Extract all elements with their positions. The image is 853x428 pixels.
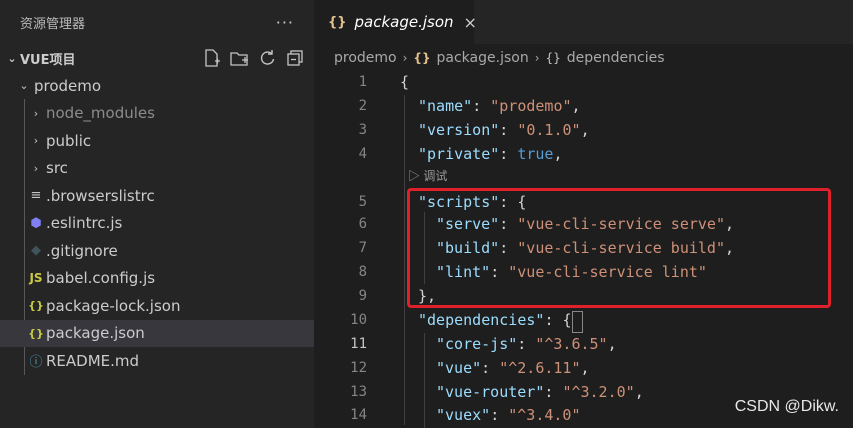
- line-number: 12: [350, 360, 367, 376]
- json-file-icon: {}: [28, 299, 44, 313]
- code-text: {: [400, 73, 410, 91]
- chevron-right-icon: ›: [33, 161, 39, 175]
- file-label: babel.config.js: [46, 269, 156, 288]
- file-eslintrc[interactable]: ⬢ .eslintrc.js: [0, 210, 314, 238]
- debug-codelens[interactable]: ▷ 调试: [408, 167, 447, 184]
- file-label: README.md: [46, 351, 140, 370]
- line-number: 6: [358, 216, 367, 232]
- workspace-section-header[interactable]: ⌄ VUE项目: [0, 44, 314, 72]
- folder-src[interactable]: › src: [0, 155, 314, 183]
- code-text: "version": "0.1.0",: [418, 121, 590, 139]
- new-file-icon[interactable]: [200, 47, 222, 69]
- explorer-sidebar: 资源管理器 ··· ⌄ VUE项目 ⌄ prodemo › node_modul…: [0, 0, 314, 428]
- code-text: "vue-router": "^3.2.0",: [436, 383, 644, 401]
- file-package-lock[interactable]: {} package-lock.json: [0, 292, 314, 320]
- file-label: package.json: [46, 324, 145, 343]
- line-number: 13: [350, 384, 367, 400]
- code-text: "name": "prodemo",: [418, 97, 581, 115]
- new-folder-icon[interactable]: [228, 47, 250, 69]
- json-value: "^3.6.5": [535, 335, 608, 353]
- chevron-right-icon: ›: [33, 134, 39, 148]
- code-text: "private": true,: [418, 145, 563, 163]
- json-key: "version": [418, 121, 500, 139]
- folder-label: public: [46, 131, 92, 150]
- line-number: 10: [350, 312, 367, 328]
- line-number: 2: [358, 98, 367, 114]
- code-line: 3 "version": "0.1.0",: [314, 118, 853, 142]
- code-text: "vue": "^2.6.11",: [436, 359, 590, 377]
- explorer-actions: [200, 47, 314, 69]
- code-line: 1{: [314, 70, 853, 94]
- explorer-header: 资源管理器 ···: [0, 0, 314, 44]
- refresh-icon[interactable]: [256, 47, 278, 69]
- chevron-right-icon: ›: [33, 106, 39, 120]
- more-actions-icon[interactable]: ···: [276, 13, 294, 32]
- json-value: "0.1.0": [517, 121, 581, 139]
- line-number: 3: [358, 122, 367, 138]
- json-key: "dependencies": [418, 311, 545, 329]
- code-text: "vuex": "^3.4.0": [436, 406, 581, 424]
- json-value: true: [517, 145, 554, 163]
- workspace-title: VUE项目: [20, 52, 76, 68]
- eslint-icon: ⬢: [30, 215, 42, 231]
- file-label: .gitignore: [46, 241, 118, 260]
- json-key: "core-js": [436, 335, 518, 353]
- code-text: "core-js": "^3.6.5",: [436, 335, 617, 353]
- file-package-json[interactable]: {} package.json: [0, 319, 314, 347]
- chevron-down-icon: ⌄: [7, 51, 17, 65]
- file-label: package-lock.json: [46, 296, 181, 315]
- file-label: .browserslistrc: [46, 186, 155, 205]
- line-number: 14: [350, 407, 367, 423]
- explorer-title: 资源管理器: [20, 16, 86, 32]
- code-line: 2 "name": "prodemo",: [314, 94, 853, 118]
- bracket-match-highlight: [572, 311, 583, 333]
- collapse-all-icon[interactable]: [284, 47, 306, 69]
- js-file-icon: JS: [29, 271, 43, 286]
- folder-prodemo[interactable]: ⌄ prodemo: [0, 72, 314, 100]
- line-number: 11: [350, 336, 367, 352]
- file-gitignore[interactable]: ◆ .gitignore: [0, 237, 314, 265]
- json-key: "name": [418, 97, 473, 115]
- json-key: "vue": [436, 359, 482, 377]
- chevron-down-icon: ⌄: [19, 79, 29, 93]
- json-value: "^3.4.0": [508, 406, 581, 424]
- line-number: 9: [358, 288, 367, 304]
- git-icon: ◆: [31, 243, 41, 259]
- code-line: 10 "dependencies": {: [314, 308, 853, 332]
- line-number: 5: [358, 194, 367, 210]
- json-value: "^2.6.11": [499, 359, 581, 377]
- json-value: "prodemo": [490, 97, 572, 115]
- json-key: "vue-router": [436, 383, 545, 401]
- file-babel-config[interactable]: JS babel.config.js: [0, 265, 314, 293]
- folder-label: node_modules: [46, 104, 155, 123]
- folder-public[interactable]: › public: [0, 127, 314, 155]
- lines-file-icon: ≡: [30, 188, 42, 204]
- folder-label: src: [46, 159, 68, 178]
- code-line: 11 "core-js": "^3.6.5",: [314, 332, 853, 356]
- code-line: 12 "vue": "^2.6.11",: [314, 356, 853, 380]
- folder-node-modules[interactable]: › node_modules: [0, 100, 314, 128]
- json-file-icon: {}: [28, 326, 44, 340]
- watermark: CSDN @Dikw.: [734, 398, 839, 415]
- json-value: "^3.2.0": [562, 383, 635, 401]
- line-number: 7: [358, 240, 367, 256]
- file-label: .eslintrc.js: [46, 214, 123, 233]
- json-key: "vuex": [436, 406, 491, 424]
- line-number: 4: [358, 146, 367, 162]
- json-key: "private": [418, 145, 500, 163]
- code-line: 4 "private": true,: [314, 142, 853, 166]
- line-number: 8: [358, 264, 367, 280]
- info-icon: ⓘ: [29, 355, 43, 371]
- highlight-box: [407, 188, 831, 308]
- folder-label: prodemo: [34, 76, 102, 95]
- file-browserslistrc[interactable]: ≡ .browserslistrc: [0, 182, 314, 210]
- file-readme[interactable]: ⓘ README.md: [0, 347, 314, 375]
- code-text: "dependencies": {: [418, 311, 572, 329]
- line-number: 1: [358, 74, 367, 90]
